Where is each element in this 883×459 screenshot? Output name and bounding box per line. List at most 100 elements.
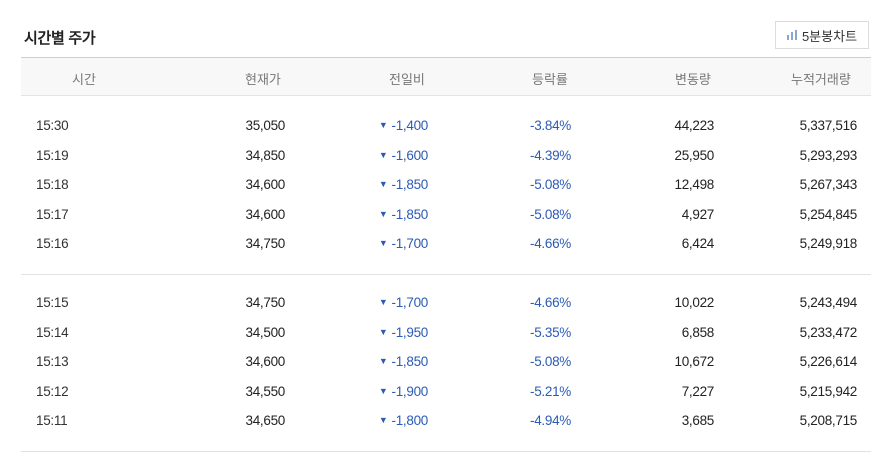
cell-accumulated-volume: 5,215,942 <box>799 384 858 399</box>
cell-price: 34,600 <box>245 354 286 369</box>
group-divider <box>21 274 871 275</box>
page-title: 시간별 주가 <box>24 30 96 47</box>
change-value: -1,600 <box>391 148 429 163</box>
cell-volume: 6,858 <box>681 325 715 340</box>
down-arrow-icon: ▼ <box>378 209 388 219</box>
cell-price: 34,600 <box>245 207 286 222</box>
cell-time: 15:19 <box>36 148 69 163</box>
cell-change: ▼ -1,700 <box>379 236 428 251</box>
table-header: 시간 현재가 전일비 등락률 변동량 누적거래량 <box>21 58 871 96</box>
table-row: 15:12 34,550 ▼ -1,900 -5.21% 7,227 5,215,942 <box>21 378 871 407</box>
cell-change: ▼ -1,800 <box>379 413 428 428</box>
cell-volume: 25,950 <box>674 148 715 163</box>
change-value: -1,900 <box>391 384 429 399</box>
table-row: 15:16 34,750 ▼ -1,700 -4.66% 6,424 5,249,918 <box>21 230 871 259</box>
cell-volume: 12,498 <box>674 177 715 192</box>
down-arrow-icon: ▼ <box>378 415 388 425</box>
five-minute-chart-button[interactable]: 5분봉차트 <box>775 21 869 49</box>
cell-price: 34,750 <box>245 236 286 251</box>
cell-accumulated-volume: 5,254,845 <box>799 207 858 222</box>
change-value: -1,800 <box>391 413 429 428</box>
cell-rate: -4.66% <box>530 295 571 310</box>
cell-change: ▼ -1,850 <box>379 354 428 369</box>
change-value: -1,700 <box>391 295 429 310</box>
cell-volume: 7,227 <box>681 384 715 399</box>
cell-rate: -4.66% <box>530 236 571 251</box>
cell-price: 34,550 <box>245 384 286 399</box>
change-value: -1,850 <box>391 354 429 369</box>
cell-time: 15:15 <box>36 295 69 310</box>
column-header-accumulated-volume: 누적거래량 <box>791 72 851 87</box>
cell-change: ▼ -1,950 <box>379 325 428 340</box>
cell-time: 15:16 <box>36 236 69 251</box>
cell-volume: 6,424 <box>681 236 715 251</box>
change-value: -1,400 <box>391 118 429 133</box>
cell-rate: -5.35% <box>530 325 571 340</box>
cell-price: 35,050 <box>245 118 286 133</box>
cell-volume: 10,022 <box>674 295 715 310</box>
change-value: -1,850 <box>391 207 429 222</box>
bar-chart-icon <box>786 30 797 40</box>
cell-price: 34,650 <box>245 413 286 428</box>
cell-time: 15:14 <box>36 325 69 340</box>
change-value: -1,850 <box>391 177 429 192</box>
change-value: -1,700 <box>391 236 429 251</box>
column-header-price: 현재가 <box>245 72 281 87</box>
cell-rate: -5.21% <box>530 384 571 399</box>
cell-volume: 3,685 <box>681 413 715 428</box>
column-header-time: 시간 <box>72 72 96 87</box>
down-arrow-icon: ▼ <box>378 327 388 337</box>
down-arrow-icon: ▼ <box>378 179 388 189</box>
cell-accumulated-volume: 5,267,343 <box>799 177 858 192</box>
cell-rate: -5.08% <box>530 207 571 222</box>
table-row: 15:17 34,600 ▼ -1,850 -5.08% 4,927 5,254,845 <box>21 201 871 230</box>
cell-rate: -4.39% <box>530 148 571 163</box>
cell-accumulated-volume: 5,243,494 <box>799 295 858 310</box>
cell-accumulated-volume: 5,293,293 <box>799 148 858 163</box>
cell-accumulated-volume: 5,337,516 <box>799 118 858 133</box>
table-bottom-border <box>21 451 871 452</box>
table-row: 15:15 34,750 ▼ -1,700 -4.66% 10,022 5,243,494 <box>21 289 871 318</box>
down-arrow-icon: ▼ <box>378 120 388 130</box>
cell-time: 15:17 <box>36 207 69 222</box>
cell-rate: -5.08% <box>530 354 571 369</box>
column-header-volume: 변동량 <box>675 72 711 87</box>
cell-price: 34,750 <box>245 295 286 310</box>
chart-button-label: 5분봉차트 <box>801 28 858 44</box>
down-arrow-icon: ▼ <box>378 386 388 396</box>
cell-accumulated-volume: 5,249,918 <box>799 236 858 251</box>
cell-accumulated-volume: 5,226,614 <box>799 354 858 369</box>
cell-time: 15:13 <box>36 354 69 369</box>
down-arrow-icon: ▼ <box>378 150 388 160</box>
cell-change: ▼ -1,900 <box>379 384 428 399</box>
down-arrow-icon: ▼ <box>378 238 388 248</box>
cell-change: ▼ -1,850 <box>379 177 428 192</box>
cell-time: 15:12 <box>36 384 69 399</box>
cell-volume: 4,927 <box>681 207 715 222</box>
down-arrow-icon: ▼ <box>378 297 388 307</box>
cell-rate: -3.84% <box>530 118 571 133</box>
cell-volume: 10,672 <box>674 354 715 369</box>
cell-change: ▼ -1,400 <box>379 118 428 133</box>
cell-price: 34,850 <box>245 148 286 163</box>
cell-accumulated-volume: 5,208,715 <box>799 413 858 428</box>
cell-rate: -5.08% <box>530 177 571 192</box>
table-row: 15:19 34,850 ▼ -1,600 -4.39% 25,950 5,293,293 <box>21 142 871 171</box>
change-value: -1,950 <box>391 325 429 340</box>
cell-price: 34,600 <box>245 177 286 192</box>
cell-accumulated-volume: 5,233,472 <box>799 325 858 340</box>
down-arrow-icon: ▼ <box>378 356 388 366</box>
table-row: 15:18 34,600 ▼ -1,850 -5.08% 12,498 5,267,343 <box>21 171 871 200</box>
cell-volume: 44,223 <box>674 118 715 133</box>
cell-time: 15:11 <box>36 413 68 428</box>
cell-change: ▼ -1,850 <box>379 207 428 222</box>
table-row: 15:30 35,050 ▼ -1,400 -3.84% 44,223 5,337,516 <box>21 112 871 141</box>
table-row: 15:13 34,600 ▼ -1,850 -5.08% 10,672 5,226,614 <box>21 348 871 377</box>
table-row: 15:11 34,650 ▼ -1,800 -4.94% 3,685 5,208,715 <box>21 407 871 436</box>
column-header-change: 전일비 <box>389 72 425 87</box>
cell-time: 15:18 <box>36 177 69 192</box>
cell-change: ▼ -1,700 <box>379 295 428 310</box>
cell-time: 15:30 <box>36 118 69 133</box>
table-row: 15:14 34,500 ▼ -1,950 -5.35% 6,858 5,233,472 <box>21 319 871 348</box>
cell-change: ▼ -1,600 <box>379 148 428 163</box>
